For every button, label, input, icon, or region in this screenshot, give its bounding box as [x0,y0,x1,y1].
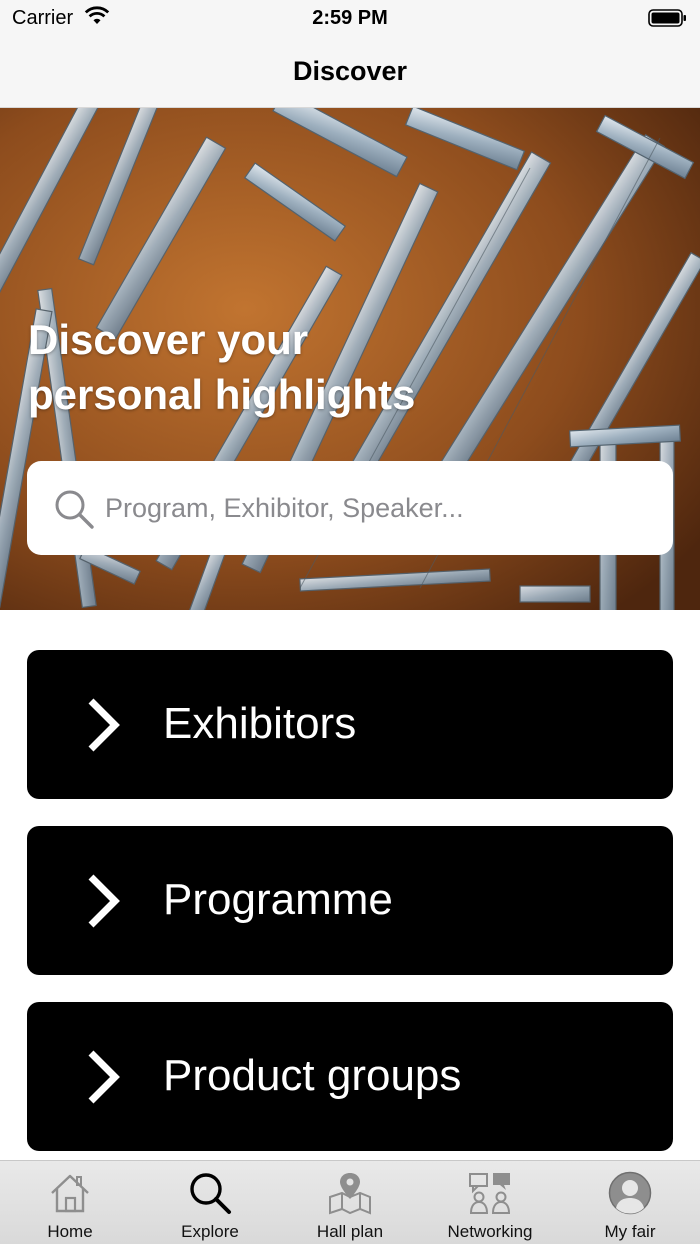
status-bar: Carrier 2:59 PM [0,0,700,40]
programme-label: Programme [163,875,393,924]
exhibitors-button[interactable]: Exhibitors [27,650,673,799]
chevron-right-icon [83,1049,123,1110]
networking-icon [469,1173,511,1214]
tab-home[interactable]: Home [0,1161,140,1244]
tab-home-label: Home [47,1222,93,1241]
map-pin-icon [329,1173,371,1215]
hero-banner: Discover your personal highlights [0,108,700,610]
search-icon [190,1173,231,1214]
chevron-right-icon [83,697,123,758]
exhibitors-label: Exhibitors [163,699,357,748]
navigation-bar: Discover [0,40,700,108]
hero-headline-line-2: personal highlights [28,371,416,418]
hero-headline: Discover your personal highlights [28,312,508,422]
battery-icon [648,8,688,33]
programme-button[interactable]: Programme [27,826,673,975]
tab-hall-plan-label: Hall plan [316,1222,384,1241]
clock-time: 2:59 PM [312,7,388,29]
tab-explore[interactable]: Explore [140,1161,280,1244]
tab-networking[interactable]: Networking [420,1161,560,1244]
tab-networking-label: Networking [447,1222,533,1241]
profile-icon [608,1171,652,1215]
tab-bar: Home Explore Hall plan Networking My fai… [0,1160,700,1244]
tab-explore-label: Explore [181,1222,239,1241]
page-title: Discover [292,56,408,86]
product-groups-label: Product groups [163,1051,462,1100]
search-icon [53,488,95,535]
tab-hall-plan[interactable]: Hall plan [280,1161,420,1244]
search-bar[interactable] [27,461,673,555]
hero-headline-line-1: Discover your [28,316,309,363]
home-icon [51,1174,89,1213]
tab-my-fair-label: My fair [604,1222,656,1241]
tab-my-fair[interactable]: My fair [560,1161,700,1244]
search-input[interactable] [105,483,645,533]
chevron-right-icon [83,873,123,934]
product-groups-button[interactable]: Product groups [27,1002,673,1151]
